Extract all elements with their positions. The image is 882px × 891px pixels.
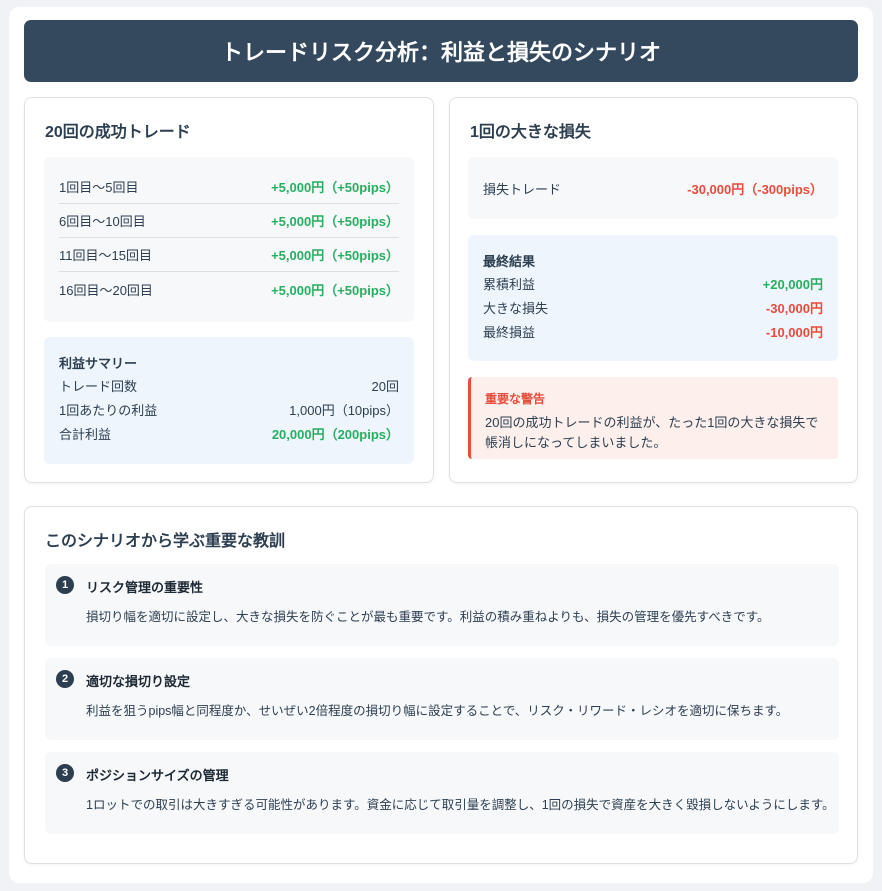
- final-result-title: 最終結果: [483, 254, 536, 269]
- result-row: 最終損益 -10,000円: [483, 321, 823, 341]
- warning-text: 20回の成功トレードの利益が、たった1回の大きな損失で帳消しになってしまいました…: [485, 415, 819, 450]
- success-row: 11回目～15回目 +5,000円（+50pips）: [59, 238, 399, 272]
- success-rows-box: 1回目～5回目 +5,000円（+50pips） 6回目～10回目 +5,000…: [44, 157, 414, 322]
- lesson-title: 適切な損切り設定: [86, 674, 191, 689]
- page-container: トレードリスク分析：利益と損失のシナリオ 20回の成功トレード 1回目～5回目 …: [9, 7, 873, 883]
- success-row-label: 6回目～10回目: [59, 214, 146, 229]
- big-loss-card: 1回の大きな損失 損失トレード -30,000円（-300pips） 最終結果 …: [449, 97, 858, 483]
- lessons-card: このシナリオから学ぶ重要な教訓 1 リスク管理の重要性 損切り幅を適切に設定し、…: [24, 506, 858, 864]
- lesson-number-badge: 3: [56, 764, 74, 782]
- success-row: 16回目～20回目 +5,000円（+50pips）: [59, 272, 399, 306]
- result-row: 大きな損失 -30,000円: [483, 297, 823, 317]
- success-row-value: +5,000円（+50pips）: [271, 248, 399, 263]
- summary-row: 合計利益 20,000円（200pips）: [59, 423, 399, 443]
- loss-trade-value: -30,000円（-300pips）: [687, 181, 823, 197]
- summary-row-value: 20回: [371, 378, 399, 394]
- lesson-text: 1ロットでの取引は大きすぎる可能性があります。資金に応じて取引量を調整し、1回の…: [86, 798, 835, 812]
- result-row-label: 最終損益: [483, 324, 536, 340]
- summary-row-label: トレード回数: [59, 378, 138, 394]
- loss-trade-row: 損失トレード -30,000円（-300pips）: [483, 171, 823, 205]
- result-row-label: 累積利益: [483, 276, 536, 292]
- page-title: トレードリスク分析：利益と損失のシナリオ: [24, 20, 858, 82]
- profit-summary-title: 利益サマリー: [59, 356, 138, 371]
- lessons-title: このシナリオから学ぶ重要な教訓: [45, 533, 286, 550]
- profit-summary-box: 利益サマリー トレード回数 20回 1回あたりの利益 1,000円（10pips…: [44, 337, 414, 464]
- lesson-text: 損切り幅を適切に設定し、大きな損失を防ぐことが最も重要です。利益の積み重ねよりも…: [86, 610, 770, 624]
- summary-row-label: 合計利益: [59, 426, 112, 442]
- success-row: 6回目～10回目 +5,000円（+50pips）: [59, 204, 399, 238]
- summary-row: トレード回数 20回: [59, 375, 399, 395]
- result-row: 累積利益 +20,000円: [483, 273, 823, 293]
- success-row-value: +5,000円（+50pips）: [271, 180, 399, 195]
- lesson-text: 利益を狙うpips幅と同程度か、せいぜい2倍程度の損切り幅に設定することで、リス…: [86, 704, 789, 718]
- summary-row: 1回あたりの利益 1,000円（10pips）: [59, 399, 399, 419]
- lesson-item: 2 適切な損切り設定 利益を狙うpips幅と同程度か、せいぜい2倍程度の損切り幅…: [45, 658, 839, 740]
- summary-row-label: 1回あたりの利益: [59, 402, 158, 418]
- final-result-box: 最終結果 累積利益 +20,000円 大きな損失 -30,000円 最終損益 -…: [468, 235, 838, 361]
- result-row-value: -10,000円: [765, 324, 823, 340]
- summary-row-value: 1,000円（10pips）: [289, 402, 399, 418]
- result-row-value: +20,000円: [762, 276, 823, 292]
- success-row: 1回目～5回目 +5,000円（+50pips）: [59, 170, 399, 204]
- result-row-label: 大きな損失: [483, 300, 549, 316]
- success-row-value: +5,000円（+50pips）: [271, 214, 399, 229]
- result-row-value: -30,000円: [765, 300, 823, 316]
- lesson-item: 3 ポジションサイズの管理 1ロットでの取引は大きすぎる可能性があります。資金に…: [45, 752, 839, 834]
- loss-trade-box: 損失トレード -30,000円（-300pips）: [468, 157, 838, 219]
- loss-card-title: 1回の大きな損失: [470, 124, 591, 141]
- success-row-value: +5,000円（+50pips）: [271, 282, 399, 298]
- lesson-title: ポジションサイズの管理: [86, 768, 229, 783]
- lesson-number-badge: 2: [56, 670, 74, 688]
- summary-row-value: 20,000円（200pips）: [271, 426, 399, 442]
- success-row-label: 11回目～15回目: [59, 248, 152, 263]
- success-card-title: 20回の成功トレード: [45, 124, 191, 141]
- success-row-label: 1回目～5回目: [59, 180, 139, 195]
- warning-title: 重要な警告: [485, 392, 546, 406]
- success-trades-card: 20回の成功トレード 1回目～5回目 +5,000円（+50pips） 6回目～…: [24, 97, 434, 483]
- lesson-number-badge: 1: [56, 576, 74, 594]
- success-row-label: 16回目～20回目: [59, 282, 153, 298]
- loss-trade-label: 損失トレード: [483, 181, 562, 197]
- lesson-title: リスク管理の重要性: [86, 580, 204, 595]
- warning-box: 重要な警告 20回の成功トレードの利益が、たった1回の大きな損失で帳消しになって…: [468, 377, 838, 459]
- lesson-item: 1 リスク管理の重要性 損切り幅を適切に設定し、大きな損失を防ぐことが最も重要で…: [45, 564, 839, 646]
